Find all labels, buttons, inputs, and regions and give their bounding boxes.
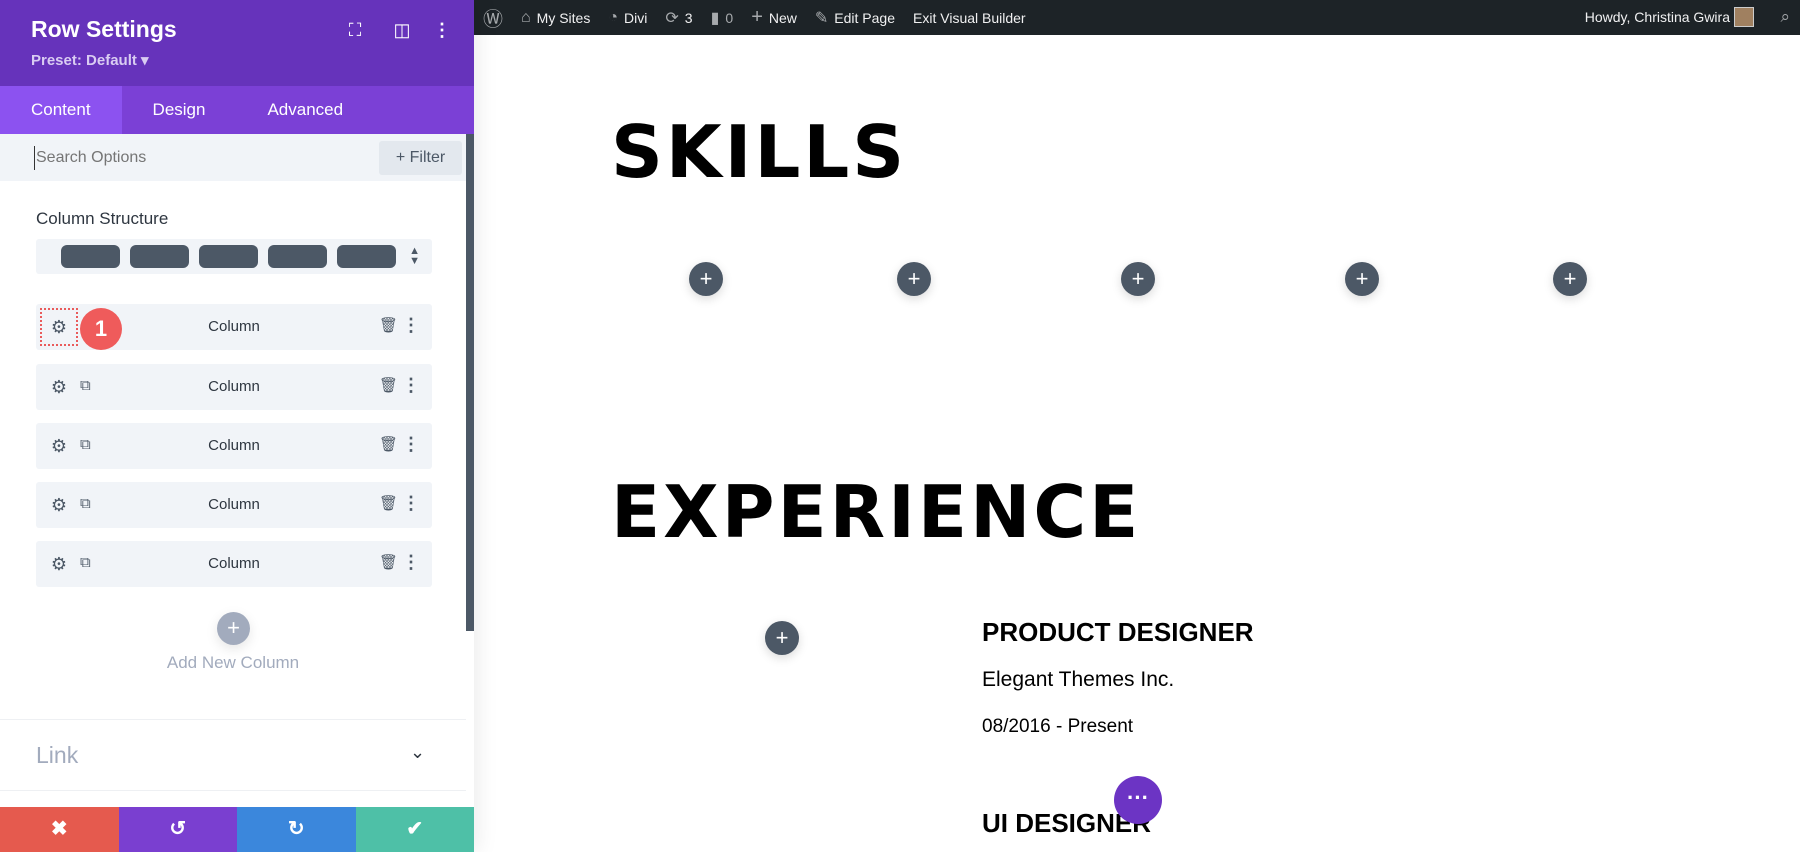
column-label: Column xyxy=(208,555,260,572)
edit-page-label: Edit Page xyxy=(834,9,896,26)
column-item[interactable]: ⚙ ⧉ Column 🗑 ⋮ xyxy=(36,541,432,587)
updates-count: 3 xyxy=(684,9,693,26)
dashboard-icon: ◔ xyxy=(608,8,619,26)
row-settings-panel: Row Settings Preset: Default ▾ ⛶ ◫ ⋮ Con… xyxy=(0,0,474,852)
experience-heading: EXPERIENCE xyxy=(611,470,1142,554)
column-block xyxy=(337,245,396,268)
plus-icon: + xyxy=(751,6,763,28)
edit-page-link[interactable]: ✎ Edit Page xyxy=(806,8,904,28)
trash-icon[interactable]: 🗑 xyxy=(379,553,398,571)
new-label: New xyxy=(768,9,797,26)
divider xyxy=(0,719,466,720)
sites-icon: ⌂ xyxy=(521,8,531,26)
add-module-button[interactable]: + xyxy=(1121,262,1155,296)
column-item[interactable]: ⚙ ⧉ Column 🗑 ⋮ xyxy=(36,423,432,469)
chevron-down-icon[interactable]: ⌄ xyxy=(410,742,425,763)
undo-button[interactable]: ↺ xyxy=(118,807,237,852)
add-module-button[interactable]: + xyxy=(689,262,723,296)
column-structure-label: Column Structure xyxy=(36,209,169,228)
column-item[interactable]: ⚙ ⧉ Column 🗑 ⋮ xyxy=(36,482,432,528)
column-label: Column xyxy=(208,378,260,395)
preset-dropdown[interactable]: Preset: Default ▾ xyxy=(31,51,149,69)
search-input[interactable] xyxy=(34,146,334,170)
my-sites-label: My Sites xyxy=(536,9,591,26)
comments-count: 0 xyxy=(725,9,734,26)
column-block xyxy=(130,245,189,268)
add-column-button[interactable]: + xyxy=(217,612,250,645)
account-menu[interactable]: Howdy, Christina Gwira xyxy=(1585,9,1758,25)
more-icon[interactable]: ⋮ xyxy=(402,434,420,455)
more-icon[interactable]: ⋮ xyxy=(402,315,420,336)
trash-icon[interactable]: 🗑 xyxy=(379,376,398,394)
tab-design[interactable]: Design xyxy=(122,86,237,134)
tab-content[interactable]: Content xyxy=(0,86,122,134)
add-module-button[interactable]: + xyxy=(1345,262,1379,296)
action-bar: ✖ ↺ ↻ ✔ xyxy=(0,807,474,852)
fullscreen-icon[interactable]: ⛶ xyxy=(344,20,366,41)
more-icon[interactable]: ⋮ xyxy=(402,493,420,514)
cancel-button[interactable]: ✖ xyxy=(0,807,119,852)
pencil-icon: ✎ xyxy=(814,9,829,27)
divi-link[interactable]: ◔ Divi xyxy=(599,9,656,27)
select-arrows-icon: ▲ ▼ xyxy=(409,245,420,267)
column-block xyxy=(268,245,327,268)
step-badge: 1 xyxy=(80,308,122,350)
save-button[interactable]: ✔ xyxy=(355,807,474,852)
job-dates: 08/2016 - Present xyxy=(982,716,1134,737)
divi-label: Divi xyxy=(624,9,648,26)
column-block xyxy=(199,245,258,268)
more-icon[interactable]: ⋮ xyxy=(402,375,420,396)
comment-icon: ▮ xyxy=(710,9,720,27)
wordpress-icon: Ⓦ xyxy=(483,9,503,31)
add-module-button[interactable]: + xyxy=(765,621,799,655)
settings-tabs: Content Design Advanced xyxy=(0,86,474,134)
add-column-label[interactable]: Add New Column xyxy=(0,653,466,673)
comments-link[interactable]: ▮ 0 xyxy=(702,8,743,28)
howdy-label: Howdy, Christina Gwira xyxy=(1584,9,1730,25)
exit-visual-builder-link[interactable]: Exit Visual Builder xyxy=(904,10,1035,26)
wp-admin-bar: Ⓦ ⌂ My Sites ◔ Divi ⟳ 3 ▮ 0 + New ✎ Edit Page … xyxy=(474,0,1800,35)
job-title: PRODUCT DESIGNER xyxy=(982,617,1254,647)
updates-link[interactable]: ⟳ 3 xyxy=(656,8,701,28)
add-module-button[interactable]: + xyxy=(1553,262,1587,296)
skills-heading: SKILLS xyxy=(611,110,908,194)
panel-header: Row Settings Preset: Default ▾ ⛶ ◫ ⋮ xyxy=(0,0,474,86)
trash-icon[interactable]: 🗑 xyxy=(379,316,398,334)
new-link[interactable]: + New xyxy=(742,6,806,29)
avatar[interactable] xyxy=(1734,7,1754,27)
scrollbar[interactable] xyxy=(466,134,474,631)
wordpress-logo[interactable]: Ⓦ xyxy=(474,3,512,32)
page-settings-button[interactable]: ··· xyxy=(1114,776,1162,824)
filter-button[interactable]: + Filter xyxy=(379,141,462,175)
updates-icon: ⟳ xyxy=(665,9,679,27)
more-icon[interactable]: ⋮ xyxy=(402,552,420,573)
column-structure-select[interactable]: ▲ ▼ xyxy=(36,239,432,274)
my-sites-link[interactable]: ⌂ My Sites xyxy=(512,9,599,27)
search-bar: + Filter xyxy=(0,134,466,181)
tab-advanced[interactable]: Advanced xyxy=(236,86,374,134)
link-section-toggle[interactable]: Link xyxy=(36,742,78,769)
column-label: Column xyxy=(208,437,260,454)
more-options-icon[interactable]: ⋮ xyxy=(431,20,453,41)
column-label: Column xyxy=(208,496,260,513)
column-item[interactable]: ⚙ ⧉ Column 🗑 ⋮ xyxy=(36,364,432,410)
divider xyxy=(0,790,466,791)
column-block xyxy=(61,245,120,268)
add-module-button[interactable]: + xyxy=(897,262,931,296)
split-view-icon[interactable]: ◫ xyxy=(391,20,413,41)
search-icon[interactable]: ⌕ xyxy=(1780,7,1790,27)
redo-button[interactable]: ↻ xyxy=(237,807,356,852)
company-name: Elegant Themes Inc. xyxy=(982,668,1175,691)
panel-title: Row Settings xyxy=(31,16,177,42)
trash-icon[interactable]: 🗑 xyxy=(379,494,398,512)
trash-icon[interactable]: 🗑 xyxy=(379,435,398,453)
